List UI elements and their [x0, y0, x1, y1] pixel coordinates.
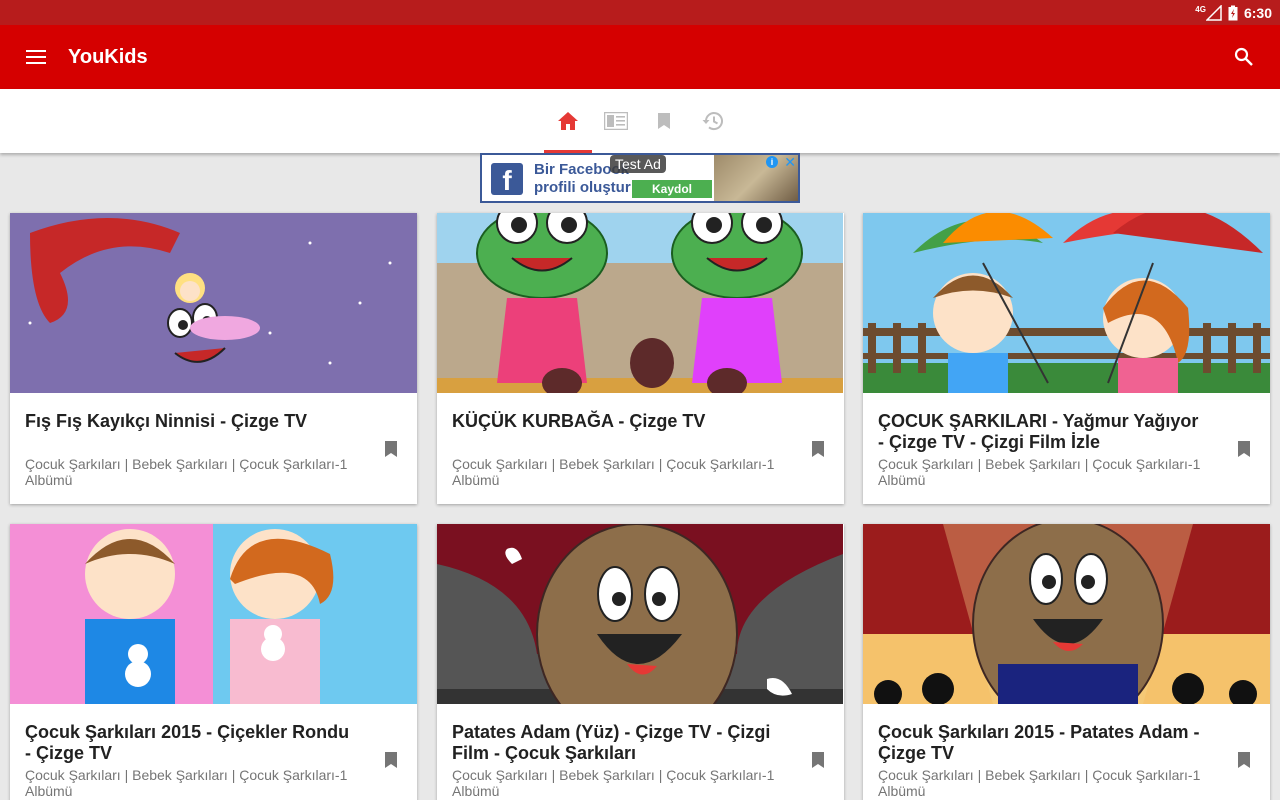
home-icon — [558, 112, 578, 130]
signal-icon — [1205, 4, 1222, 21]
bookmark-button[interactable] — [806, 437, 830, 461]
tab-bar — [0, 89, 1280, 153]
video-card[interactable]: Patates Adam (Yüz) - Çizge TV - Çizgi Fi… — [437, 524, 844, 800]
battery-icon — [1228, 5, 1238, 20]
tab-history[interactable] — [688, 89, 736, 153]
video-title: Çocuk Şarkıları 2015 - Çiçekler Rondu - … — [25, 722, 350, 763]
news-icon — [604, 112, 628, 130]
ad-banner[interactable]: f Bir Facebook profili oluştur Kaydol Te… — [480, 153, 800, 203]
bookmark-button[interactable] — [379, 748, 403, 772]
tab-news[interactable] — [592, 89, 640, 153]
bookmark-icon — [812, 441, 824, 457]
ad-close-icon[interactable]: ✕ — [784, 155, 796, 171]
menu-icon — [26, 50, 46, 64]
video-card[interactable]: Çocuk Şarkıları 2015 - Çiçekler Rondu - … — [10, 524, 417, 800]
video-title: Çocuk Şarkıları 2015 - Patates Adam - Çi… — [878, 722, 1200, 763]
ad-test-label: Test Ad — [610, 155, 666, 173]
bookmark-button[interactable] — [1232, 437, 1256, 461]
video-thumbnail[interactable] — [863, 524, 1270, 704]
video-title: KÜÇÜK KURBAĞA - Çizge TV — [452, 411, 706, 431]
search-icon — [1234, 47, 1253, 66]
bookmark-icon — [385, 441, 397, 457]
video-card[interactable]: Fış Fış Kayıkçı Ninnisi - Çizge TV Çocuk… — [10, 213, 417, 504]
history-icon — [702, 112, 723, 131]
bookmark-button[interactable] — [1232, 748, 1256, 772]
bookmark-button[interactable] — [806, 748, 830, 772]
tab-home[interactable] — [544, 89, 592, 153]
status-bar: 4G 6:30 — [0, 0, 1280, 25]
bookmark-icon — [1238, 752, 1250, 768]
video-title: Fış Fış Kayıkçı Ninnisi - Çizge TV — [25, 411, 308, 431]
bookmark-icon — [385, 752, 397, 768]
search-button[interactable] — [1220, 33, 1268, 81]
facebook-logo-icon: f — [491, 163, 523, 195]
video-subtitle: Çocuk Şarkıları | Bebek Şarkıları | Çocu… — [25, 456, 348, 488]
bookmark-icon — [658, 113, 670, 129]
video-subtitle: Çocuk Şarkıları | Bebek Şarkıları | Çocu… — [25, 767, 348, 799]
video-thumbnail[interactable] — [437, 213, 844, 393]
video-card[interactable]: ÇOCUK ŞARKILARI - Yağmur Yağıyor - Çizge… — [863, 213, 1270, 504]
video-thumbnail[interactable] — [10, 524, 417, 704]
ad-choices-icon[interactable]: i — [766, 156, 778, 168]
clock: 6:30 — [1243, 4, 1272, 21]
video-title: Patates Adam (Yüz) - Çizge TV - Çizgi Fi… — [452, 722, 771, 763]
bookmark-icon — [812, 752, 824, 768]
video-subtitle: Çocuk Şarkıları | Bebek Şarkıları | Çocu… — [452, 767, 775, 799]
video-thumbnail[interactable] — [437, 524, 844, 704]
bookmark-icon — [1238, 441, 1250, 457]
app-bar: YouKids — [0, 25, 1280, 89]
network-type: 4G — [1195, 5, 1206, 14]
video-card[interactable]: Çocuk Şarkıları 2015 - Patates Adam - Çi… — [863, 524, 1270, 800]
video-title: ÇOCUK ŞARKILARI - Yağmur Yağıyor - Çizge… — [878, 411, 1199, 452]
tab-bookmarks[interactable] — [640, 89, 688, 153]
video-subtitle: Çocuk Şarkıları | Bebek Şarkıları | Çocu… — [878, 456, 1201, 488]
video-subtitle: Çocuk Şarkıları | Bebek Şarkıları | Çocu… — [878, 767, 1201, 799]
ad-line-2: profili oluştur — [534, 179, 631, 196]
video-thumbnail[interactable] — [10, 213, 417, 393]
video-card[interactable]: KÜÇÜK KURBAĞA - Çizge TV Çocuk Şarkıları… — [437, 213, 844, 504]
ad-signup-button[interactable]: Kaydol — [632, 180, 712, 198]
menu-button[interactable] — [0, 25, 72, 89]
video-thumbnail[interactable] — [863, 213, 1270, 393]
bookmark-button[interactable] — [379, 437, 403, 461]
video-subtitle: Çocuk Şarkıları | Bebek Şarkıları | Çocu… — [452, 456, 775, 488]
app-title: YouKids — [68, 45, 148, 68]
